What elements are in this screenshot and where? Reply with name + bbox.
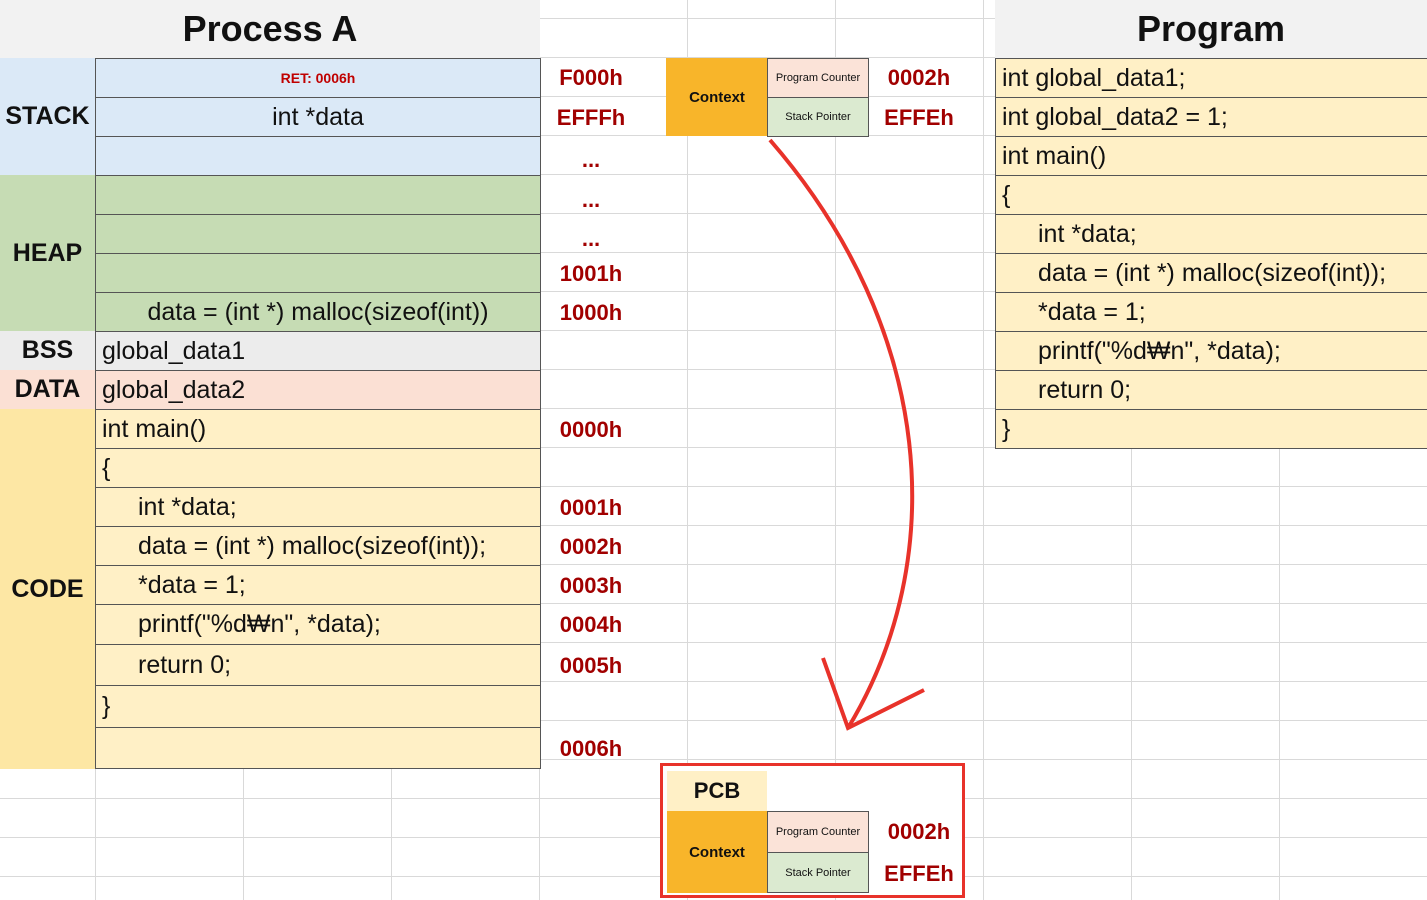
- program-line: {: [995, 175, 1427, 215]
- pcb-program-counter-label: Program Counter: [767, 811, 869, 853]
- pcb-stack-pointer-value: EFFEh: [884, 860, 954, 886]
- pcb-context-label: Context: [667, 811, 767, 893]
- program-title: Program: [995, 0, 1427, 58]
- program-line: printf("%d₩n", *data);: [995, 331, 1427, 371]
- program-line: int global_data2 = 1;: [995, 97, 1427, 137]
- program-line: }: [995, 409, 1427, 449]
- program-line: return 0;: [995, 370, 1427, 410]
- pcb-stack-pointer-label: Stack Pointer: [767, 852, 869, 893]
- program-line: data = (int *) malloc(sizeof(int));: [995, 253, 1427, 293]
- pcb-program-counter-value: 0002h: [887, 818, 951, 844]
- pcb-title: PCB: [667, 771, 767, 811]
- program-line: *data = 1;: [995, 292, 1427, 332]
- program-line: int main(): [995, 136, 1427, 176]
- program-line: int *data;: [995, 214, 1427, 254]
- program-line: int global_data1;: [995, 58, 1427, 98]
